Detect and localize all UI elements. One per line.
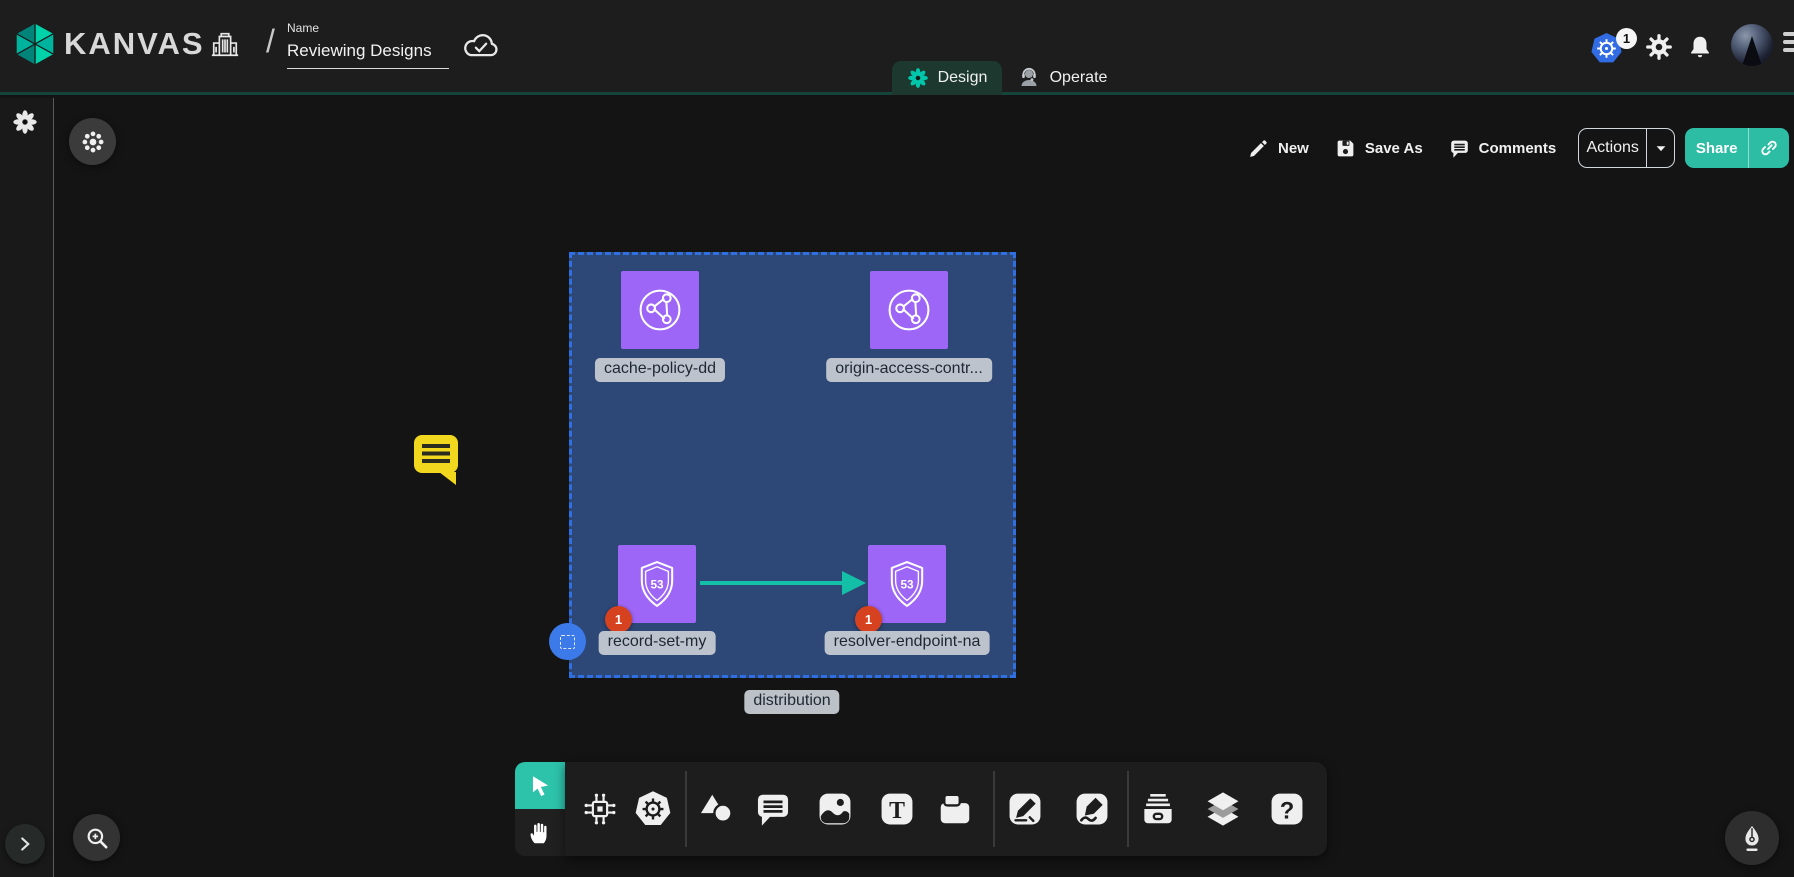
operate-person-icon xyxy=(1017,66,1041,90)
design-swirl-icon xyxy=(907,67,929,89)
integrations-tool[interactable] xyxy=(580,789,620,829)
tab-design-label: Design xyxy=(938,69,988,87)
circuit-chip-icon xyxy=(581,790,619,828)
comment-bubble-icon xyxy=(754,790,792,828)
node-label-record-set[interactable]: record-set-my xyxy=(599,631,716,655)
floppy-save-icon xyxy=(1335,138,1356,159)
pan-tool[interactable] xyxy=(515,809,565,856)
route53-record-set-icon xyxy=(630,557,684,611)
route53-resolver-endpoint-icon xyxy=(880,557,934,611)
pen-mode-button[interactable] xyxy=(1725,811,1779,865)
drawer-archive-icon xyxy=(1139,790,1177,828)
cursor-arrow-icon xyxy=(527,773,553,799)
settings-gear-icon[interactable] xyxy=(1645,33,1673,61)
chevron-right-icon xyxy=(14,833,36,855)
layers-tool[interactable] xyxy=(1203,789,1243,829)
text-tool[interactable] xyxy=(877,789,917,829)
actions-dropdown-toggle[interactable] xyxy=(1646,129,1674,167)
archive-tool[interactable] xyxy=(1138,789,1178,829)
kanvas-logo-icon[interactable] xyxy=(14,20,56,68)
select-tool[interactable] xyxy=(515,762,565,809)
app-header: KANVAS / Name Design Operate 1 xyxy=(0,0,1794,95)
magnifier-plus-icon xyxy=(84,825,110,851)
toolbar-divider xyxy=(993,771,995,847)
kubernetes-context-button[interactable]: 1 xyxy=(1590,28,1638,66)
share-label[interactable]: Share xyxy=(1685,128,1748,168)
toolbar-divider xyxy=(685,771,687,847)
kanvas-app: KANVAS / Name Design Operate 1 xyxy=(0,0,1794,877)
design-name-field: Name xyxy=(287,21,449,69)
pen-ruler-icon xyxy=(1006,790,1044,828)
save-as-label: Save As xyxy=(1365,140,1423,157)
node-label-resolver-endpoint[interactable]: resolver-endpoint-na xyxy=(825,631,990,655)
design-name-input[interactable] xyxy=(287,39,449,69)
menu-icon[interactable] xyxy=(1783,32,1794,60)
share-split-button[interactable]: Share xyxy=(1685,128,1789,168)
image-icon xyxy=(816,790,854,828)
tab-operate[interactable]: Operate xyxy=(1004,61,1120,95)
pencil-icon xyxy=(1248,138,1269,159)
canvas-action-toolbar: New Save As Comments Actions Share xyxy=(1248,128,1789,168)
cloudfront-cache-policy-icon xyxy=(633,283,687,337)
user-avatar[interactable] xyxy=(1731,24,1773,66)
record-set-error-badge[interactable]: 1 xyxy=(605,606,632,633)
cloud-saved-icon xyxy=(460,30,502,62)
kubernetes-tool[interactable] xyxy=(633,789,673,829)
node-label-origin-access-control[interactable]: origin-access-contr... xyxy=(826,358,992,382)
comments-label: Comments xyxy=(1479,140,1557,157)
toolbar-body xyxy=(565,762,1327,856)
node-label-cache-policy[interactable]: cache-policy-dd xyxy=(595,358,725,382)
comment-tool[interactable] xyxy=(753,789,793,829)
sticky-note-icon xyxy=(936,790,974,828)
group-label-distribution[interactable]: distribution xyxy=(744,690,839,714)
caret-down-icon xyxy=(1654,141,1668,155)
tab-design[interactable]: Design xyxy=(892,61,1002,95)
pencil-scribble-icon xyxy=(1073,790,1111,828)
note-tool[interactable] xyxy=(935,789,975,829)
node-cache-policy[interactable] xyxy=(621,271,699,349)
shapes-icon xyxy=(698,790,736,828)
new-label: New xyxy=(1278,140,1309,157)
save-as-button[interactable]: Save As xyxy=(1335,138,1423,159)
kubernetes-wheel-icon xyxy=(634,790,672,828)
actions-split-button[interactable]: Actions xyxy=(1578,128,1675,168)
sidebar-swirl-icon[interactable] xyxy=(12,109,38,135)
sidebar-expand-button[interactable] xyxy=(5,824,45,864)
group-selection-handle[interactable] xyxy=(549,623,586,660)
actions-label[interactable]: Actions xyxy=(1579,129,1646,167)
pen-nib-icon xyxy=(1737,823,1767,853)
kubernetes-count-badge: 1 xyxy=(1616,28,1637,49)
comment-bubble-icon xyxy=(1449,138,1470,159)
notifications-bell-icon[interactable] xyxy=(1687,34,1713,60)
organization-building-icon[interactable] xyxy=(210,27,240,61)
text-t-icon xyxy=(878,790,916,828)
left-sidebar xyxy=(0,98,54,877)
name-field-label: Name xyxy=(287,21,449,35)
flower-gear-icon xyxy=(80,129,106,155)
comments-button[interactable]: Comments xyxy=(1449,138,1557,159)
cloudfront-origin-access-control-icon xyxy=(882,283,936,337)
shapes-tool[interactable] xyxy=(697,789,737,829)
hand-icon xyxy=(527,820,553,846)
breadcrumb-separator: / xyxy=(266,23,275,60)
pen-tool[interactable] xyxy=(1005,789,1045,829)
link-chain-icon xyxy=(1759,138,1779,158)
layers-icon xyxy=(1204,790,1242,828)
tab-operate-label: Operate xyxy=(1050,69,1108,87)
zoom-in-button[interactable] xyxy=(73,814,120,861)
node-origin-access-control[interactable] xyxy=(870,271,948,349)
sketch-tool[interactable] xyxy=(1072,789,1112,829)
edge-record-set-to-resolver[interactable] xyxy=(696,567,872,599)
resolver-endpoint-error-badge[interactable]: 1 xyxy=(855,606,882,633)
pointer-tool-group xyxy=(515,762,565,856)
help-tool[interactable] xyxy=(1267,789,1307,829)
image-tool[interactable] xyxy=(815,789,855,829)
canvas-comment-marker[interactable] xyxy=(412,433,460,485)
toolbar-divider xyxy=(1127,771,1129,847)
question-mark-icon xyxy=(1268,790,1306,828)
new-button[interactable]: New xyxy=(1248,138,1309,159)
brand-wordmark: KANVAS xyxy=(64,26,205,62)
canvas-settings-button[interactable] xyxy=(69,118,116,165)
copy-link-button[interactable] xyxy=(1748,128,1789,168)
